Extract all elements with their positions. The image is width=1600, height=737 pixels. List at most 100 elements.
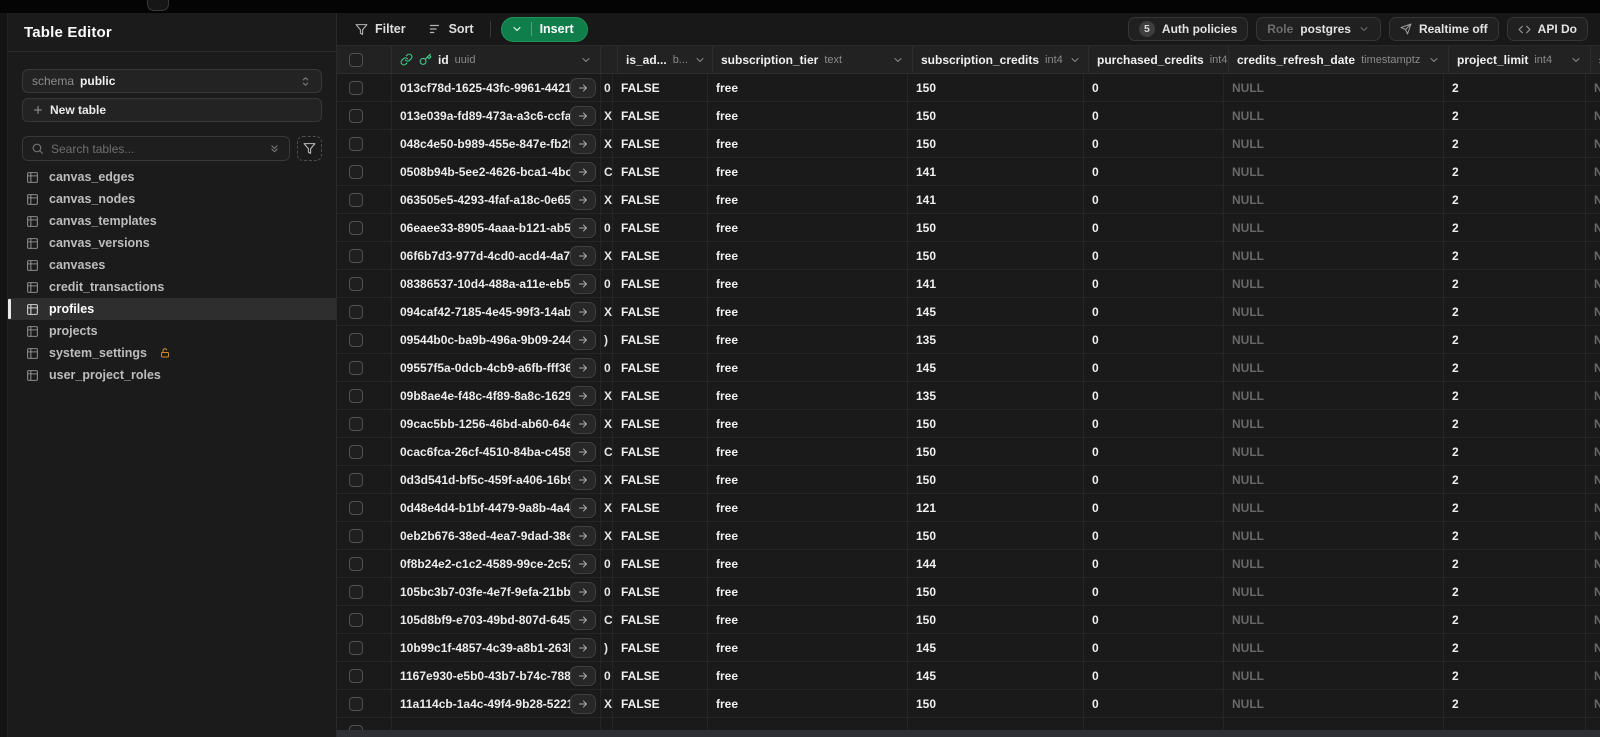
cell-fragment[interactable]: 0: [601, 214, 613, 241]
cell-id[interactable]: 09b8ae4e-f48c-4f89-8a8c-1629b...: [392, 382, 601, 409]
cell-project_limit[interactable]: 2: [1444, 158, 1586, 185]
expand-row-button[interactable]: [570, 105, 596, 126]
cell-subscription_clipped[interactable]: NU: [1586, 634, 1600, 661]
cell-purchased_credits[interactable]: 0: [1084, 242, 1224, 269]
cell-fragment[interactable]: X: [601, 382, 613, 409]
cell-subscription_credits[interactable]: 150: [908, 438, 1084, 465]
cell-subscription_clipped[interactable]: NU: [1586, 354, 1600, 381]
sidebar-item-profiles[interactable]: profiles: [8, 298, 336, 320]
cell-credits_refresh_date[interactable]: NULL: [1224, 130, 1444, 157]
cell-subscription_clipped[interactable]: NU: [1586, 158, 1600, 185]
cell-id[interactable]: 063505e5-4293-4faf-a18c-0e65b...: [392, 186, 601, 213]
cell-subscription_credits[interactable]: 150: [908, 466, 1084, 493]
cell-id[interactable]: 1167e930-e5b0-43b7-b74c-788c9...: [392, 662, 601, 689]
expand-row-button[interactable]: [570, 77, 596, 98]
cell-purchased_credits[interactable]: 0: [1084, 690, 1224, 717]
cell-id[interactable]: 09cac5bb-1256-46bd-ab60-64ed...: [392, 410, 601, 437]
cell-subscription_credits[interactable]: 135: [908, 382, 1084, 409]
cell-fragment[interactable]: X: [601, 494, 613, 521]
cell-purchased_credits[interactable]: 0: [1084, 186, 1224, 213]
cell-subscription_credits[interactable]: 145: [908, 354, 1084, 381]
cell-is_admin[interactable]: FALSE: [613, 102, 708, 129]
filter-button[interactable]: Filter: [349, 18, 412, 40]
cell-subscription_credits[interactable]: 150: [908, 522, 1084, 549]
cell-fragment[interactable]: X: [601, 186, 613, 213]
cell-id[interactable]: 06f6b7d3-977d-4cd0-acd4-4a78...: [392, 242, 601, 269]
row-checkbox[interactable]: [349, 556, 363, 571]
cell-fragment[interactable]: X: [601, 522, 613, 549]
cell-purchased_credits[interactable]: 0: [1084, 270, 1224, 297]
cell-id[interactable]: 10b99c1f-4857-4c39-a8b1-263b8...: [392, 634, 601, 661]
cell-subscription_clipped[interactable]: NU: [1586, 522, 1600, 549]
expand-row-button[interactable]: [570, 525, 596, 546]
cell-subscription_clipped[interactable]: NU: [1586, 578, 1600, 605]
row-checkbox[interactable]: [349, 80, 363, 95]
row-checkbox[interactable]: [349, 220, 363, 235]
cell-purchased_credits[interactable]: 0: [1084, 382, 1224, 409]
cell-project_limit[interactable]: 2: [1444, 550, 1586, 577]
cell-fragment[interactable]: X: [601, 130, 613, 157]
row-checkbox[interactable]: [349, 612, 363, 627]
cell-is_admin[interactable]: FALSE: [613, 438, 708, 465]
sidebar-item-credit_transactions[interactable]: credit_transactions: [8, 276, 336, 298]
cell-credits_refresh_date[interactable]: NULL: [1224, 438, 1444, 465]
column-header-subscription_tier[interactable]: subscription_tier text: [713, 46, 913, 73]
cell-project_limit[interactable]: 2: [1444, 466, 1586, 493]
cell-credits_refresh_date[interactable]: NULL: [1224, 298, 1444, 325]
expand-row-button[interactable]: [570, 357, 596, 378]
cell-is_admin[interactable]: FALSE: [613, 186, 708, 213]
sidebar-item-canvases[interactable]: canvases: [8, 254, 336, 276]
select-all-header-cell[interactable]: [337, 46, 392, 73]
new-table-button[interactable]: New table: [22, 98, 322, 122]
cell-fragment[interactable]: X: [601, 102, 613, 129]
cell-fragment[interactable]: C: [601, 438, 613, 465]
cell-is_admin[interactable]: FALSE: [613, 578, 708, 605]
cell-subscription_clipped[interactable]: NU: [1586, 74, 1600, 101]
cell-is_admin[interactable]: FALSE: [613, 354, 708, 381]
cell-project_limit[interactable]: 2: [1444, 214, 1586, 241]
cell-subscription_clipped[interactable]: NU: [1586, 214, 1600, 241]
row-checkbox[interactable]: [349, 108, 363, 123]
cell-subscription_tier[interactable]: free: [708, 242, 908, 269]
cell-project_limit[interactable]: 2: [1444, 102, 1586, 129]
row-checkbox[interactable]: [349, 668, 363, 683]
cell-subscription_tier[interactable]: free: [708, 438, 908, 465]
cell-subscription_tier[interactable]: free: [708, 270, 908, 297]
cell-id[interactable]: 09557f5a-0dcb-4cb9-a6fb-fff366...: [392, 354, 601, 381]
column-header-purchased_credits[interactable]: purchased_credits int4: [1089, 46, 1229, 73]
cell-is_admin[interactable]: FALSE: [613, 326, 708, 353]
cell-project_limit[interactable]: 2: [1444, 186, 1586, 213]
cell-project_limit[interactable]: 2: [1444, 606, 1586, 633]
cell-credits_refresh_date[interactable]: NULL: [1224, 634, 1444, 661]
row-checkbox[interactable]: [349, 332, 363, 347]
row-checkbox[interactable]: [349, 360, 363, 375]
cell-purchased_credits[interactable]: 0: [1084, 158, 1224, 185]
cell-id[interactable]: 013cf78d-1625-43fc-9961-442189...: [392, 74, 601, 101]
cell-project_limit[interactable]: 2: [1444, 494, 1586, 521]
cell-subscription_clipped[interactable]: NU: [1586, 410, 1600, 437]
cell-purchased_credits[interactable]: 0: [1084, 550, 1224, 577]
api-docs-button[interactable]: API Do: [1506, 17, 1588, 41]
cell-fragment[interactable]: 0: [601, 74, 613, 101]
cell-credits_refresh_date[interactable]: NULL: [1224, 410, 1444, 437]
expand-row-button[interactable]: [570, 329, 596, 350]
expand-row-button[interactable]: [570, 245, 596, 266]
expand-row-button[interactable]: [570, 553, 596, 574]
cell-purchased_credits[interactable]: 0: [1084, 634, 1224, 661]
cell-subscription_credits[interactable]: 141: [908, 270, 1084, 297]
cell-subscription_clipped[interactable]: NU: [1586, 270, 1600, 297]
cell-is_admin[interactable]: FALSE: [613, 382, 708, 409]
cell-subscription_tier[interactable]: free: [708, 354, 908, 381]
cell-subscription_credits[interactable]: 150: [908, 102, 1084, 129]
cell-subscription_tier[interactable]: free: [708, 522, 908, 549]
cell-project_limit[interactable]: 2: [1444, 662, 1586, 689]
expand-row-button[interactable]: [570, 637, 596, 658]
cell-id[interactable]: 048c4e50-b989-455e-847e-fb2f...: [392, 130, 601, 157]
auth-policies-button[interactable]: 5 Auth policies: [1127, 17, 1249, 41]
cell-subscription_credits[interactable]: 150: [908, 74, 1084, 101]
cell-subscription_clipped[interactable]: NU: [1586, 186, 1600, 213]
cell-subscription_tier[interactable]: free: [708, 382, 908, 409]
schema-select[interactable]: schema public: [22, 69, 322, 93]
cell-subscription_clipped[interactable]: NU: [1586, 102, 1600, 129]
row-checkbox[interactable]: [349, 304, 363, 319]
